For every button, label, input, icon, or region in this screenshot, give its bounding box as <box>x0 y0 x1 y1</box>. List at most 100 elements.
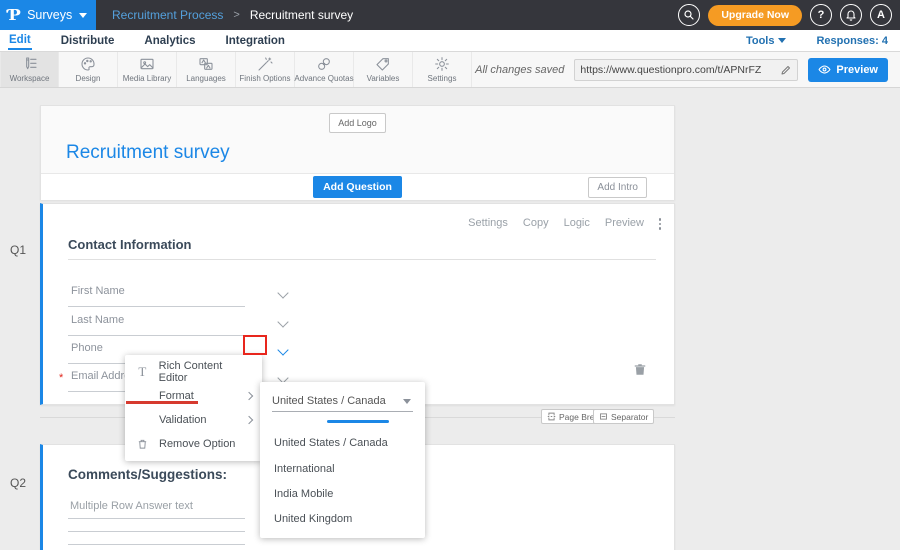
chevron-down-icon[interactable] <box>277 344 288 355</box>
survey-url-input[interactable] <box>580 64 776 76</box>
menu-item-label: Remove Option <box>159 438 235 450</box>
chevron-down-icon <box>778 38 786 43</box>
breadcrumb: Recruitment Process > Recruitment survey <box>112 8 353 22</box>
toolbar-item-finish-options[interactable]: Finish Options <box>236 52 295 87</box>
menu-item-validation[interactable]: Validation <box>125 408 262 432</box>
row-label: Last Name <box>71 314 124 326</box>
chevron-down-icon <box>79 13 87 18</box>
question-settings-link[interactable]: Settings <box>468 217 508 229</box>
notifications-button[interactable] <box>840 4 862 26</box>
toolbar-item-label: Media Library <box>123 74 171 83</box>
trash-icon <box>633 362 647 377</box>
row-options-context-menu: T Rich Content Editor Format Validation … <box>125 355 262 461</box>
gear-icon <box>434 56 450 72</box>
question-actions: Settings Copy Logic Preview <box>468 217 644 229</box>
required-asterisk: * <box>59 372 63 384</box>
help-button[interactable]: ? <box>810 4 832 26</box>
toolbar-item-media-library[interactable]: Media Library <box>118 52 177 87</box>
edit-toolbar: Workspace Design Media Library Languages… <box>0 52 900 88</box>
upgrade-now-label: Upgrade Now <box>721 9 789 21</box>
toolbar-item-label: Workspace <box>10 74 50 83</box>
image-icon <box>139 56 155 72</box>
format-option-international[interactable]: International <box>274 463 335 475</box>
menu-item-rich-content-editor[interactable]: T Rich Content Editor <box>125 360 262 384</box>
top-bar: Ƥ Surveys Recruitment Process > Recruitm… <box>0 0 900 30</box>
search-button[interactable] <box>678 4 700 26</box>
tab-analytics[interactable]: Analytics <box>143 32 196 49</box>
upgrade-now-button[interactable]: Upgrade Now <box>708 5 802 26</box>
scroll-indicator[interactable] <box>327 420 389 423</box>
menu-item-format[interactable]: Format <box>125 384 262 408</box>
product-menu-label: Surveys <box>27 8 72 22</box>
translate-icon <box>198 56 214 72</box>
question-logic-link[interactable]: Logic <box>564 217 590 229</box>
question-preview-link[interactable]: Preview <box>605 217 644 229</box>
breadcrumb-parent[interactable]: Recruitment Process <box>112 8 223 22</box>
question-title-rule <box>68 259 656 260</box>
menu-item-label: Rich Content Editor <box>159 360 252 384</box>
preview-button[interactable]: Preview <box>808 58 888 82</box>
format-option-india-mobile[interactable]: India Mobile <box>274 488 333 500</box>
tools-dropdown[interactable]: Tools <box>746 35 787 47</box>
answer-line[interactable] <box>68 544 245 545</box>
contact-row-last-name[interactable]: Last Name <box>68 311 245 336</box>
answer-line[interactable] <box>68 531 245 532</box>
workspace-icon <box>22 56 38 72</box>
chevron-right-icon <box>245 392 253 400</box>
responses-link[interactable]: Responses: 4 <box>816 35 888 47</box>
survey-header-band: Add Logo Recruitment survey <box>41 106 674 173</box>
questionpro-logo-icon: Ƥ <box>8 6 20 24</box>
chevron-right-icon <box>245 416 253 424</box>
section-tab-bar: Edit Distribute Analytics Integration To… <box>0 30 900 52</box>
chain-icon <box>316 56 332 72</box>
question-title-q2[interactable]: Comments/Suggestions: <box>68 467 227 482</box>
format-option-united-kingdom[interactable]: United Kingdom <box>274 513 352 525</box>
chevron-down-icon[interactable] <box>277 316 288 327</box>
question-number-q1: Q1 <box>10 243 26 257</box>
question-copy-link[interactable]: Copy <box>523 217 549 229</box>
survey-header-card: Add Logo Recruitment survey Add Question… <box>40 105 675 200</box>
tab-distribute[interactable]: Distribute <box>60 32 116 49</box>
toolbar-item-settings[interactable]: Settings <box>413 52 472 87</box>
edit-pencil-icon[interactable] <box>780 64 792 76</box>
menu-item-remove-option[interactable]: Remove Option <box>125 432 262 456</box>
toolbar-item-label: Settings <box>428 74 457 83</box>
topbar-actions: Upgrade Now ? A <box>678 4 900 26</box>
chevron-down-icon[interactable] <box>277 287 288 298</box>
format-option-us-canada[interactable]: United States / Canada <box>274 437 388 449</box>
format-select[interactable]: United States / Canada <box>272 391 413 412</box>
page-break-icon <box>547 412 556 421</box>
tab-integration[interactable]: Integration <box>225 32 286 49</box>
toolbar-item-workspace[interactable]: Workspace <box>0 52 59 87</box>
save-status: All changes saved <box>475 64 564 76</box>
contact-row-first-name[interactable]: First Name <box>68 282 245 307</box>
tab-edit[interactable]: Edit <box>8 31 32 50</box>
multiline-answer-placeholder: Multiple Row Answer text <box>70 500 193 512</box>
rich-text-icon: T <box>135 364 150 380</box>
separator-button[interactable]: Separator <box>593 409 654 424</box>
add-intro-button[interactable]: Add Intro <box>588 177 647 198</box>
toolbar-right: All changes saved Preview <box>475 52 900 87</box>
toolbar-item-label: Finish Options <box>239 74 290 83</box>
toolbar-item-advance-quotas[interactable]: Advance Quotas <box>295 52 354 87</box>
question-title-q1[interactable]: Contact Information <box>68 237 192 252</box>
avatar[interactable]: A <box>870 4 892 26</box>
tabbar-right: Tools Responses: 4 <box>746 35 888 47</box>
answer-line[interactable] <box>68 518 245 519</box>
add-logo-button[interactable]: Add Logo <box>329 113 386 133</box>
surveys-product-menu[interactable]: Ƥ Surveys <box>0 0 96 30</box>
add-question-button[interactable]: Add Question <box>313 176 402 198</box>
survey-header-actions: Add Question Add Intro <box>41 173 674 200</box>
survey-title[interactable]: Recruitment survey <box>66 142 230 164</box>
format-selected-value: United States / Canada <box>272 395 386 407</box>
toolbar-item-languages[interactable]: Languages <box>177 52 236 87</box>
palette-icon <box>80 56 96 72</box>
toolbar-item-variables[interactable]: Variables <box>354 52 413 87</box>
bell-icon <box>845 9 857 21</box>
row-label: Phone <box>71 342 103 354</box>
toolbar-item-design[interactable]: Design <box>59 52 118 87</box>
delete-question-button[interactable] <box>633 362 647 382</box>
toolbar-item-label: Design <box>76 74 101 83</box>
more-options-icon[interactable] <box>659 218 662 230</box>
wand-icon <box>257 56 273 72</box>
